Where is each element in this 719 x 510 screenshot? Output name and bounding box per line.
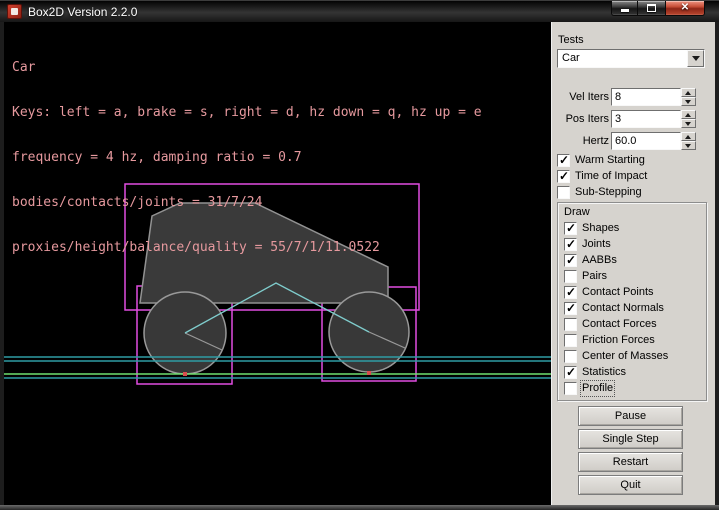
draw-checkbox-joints[interactable]: Joints bbox=[564, 238, 704, 251]
draw-checkbox-aabbs[interactable]: AABBs bbox=[564, 254, 704, 267]
hertz-input[interactable]: 60.0 bbox=[611, 132, 681, 150]
vel-iters-spinner bbox=[681, 88, 696, 106]
profile-label: Profile bbox=[582, 382, 613, 395]
spinner-down-icon[interactable] bbox=[681, 97, 696, 106]
minimize-icon bbox=[621, 9, 629, 12]
solver-settings: Vel Iters 8 Pos Iters 3 Hert bbox=[557, 88, 710, 150]
pos-iters-row: Pos Iters 3 bbox=[557, 110, 710, 128]
caption-buttons: ✕ bbox=[611, 1, 705, 16]
draw-group-label: Draw bbox=[564, 206, 704, 219]
time-of-impact-checkbox[interactable]: Time of Impact bbox=[557, 170, 710, 183]
vel-iters-input[interactable]: 8 bbox=[611, 88, 681, 106]
checkbox-icon[interactable] bbox=[564, 350, 577, 363]
chevron-down-icon bbox=[692, 56, 700, 61]
pos-iters-input[interactable]: 3 bbox=[611, 110, 681, 128]
checkbox-icon[interactable] bbox=[564, 222, 577, 235]
single-step-button[interactable]: Single Step bbox=[578, 429, 683, 449]
maximize-button[interactable] bbox=[638, 1, 665, 16]
checkbox-icon[interactable] bbox=[564, 318, 577, 331]
close-button[interactable]: ✕ bbox=[665, 1, 705, 16]
draw-checkbox-center-of-masses[interactable]: Center of Masses bbox=[564, 350, 704, 363]
checkbox-icon[interactable] bbox=[557, 186, 570, 199]
tests-label: Tests bbox=[558, 34, 710, 47]
spinner-up-icon[interactable] bbox=[681, 132, 696, 141]
draw-group: Draw Shapes Joints AABBs Pairs bbox=[557, 202, 707, 401]
shapes-label: Shapes bbox=[582, 222, 619, 235]
warm-starting-label: Warm Starting bbox=[575, 154, 645, 167]
stats-overlay: Car Keys: left = a, brake = s, right = d… bbox=[12, 30, 482, 285]
stat-test-name: Car bbox=[12, 60, 482, 75]
draw-checkbox-contact-forces[interactable]: Contact Forces bbox=[564, 318, 704, 331]
tests-dropdown[interactable]: Car bbox=[557, 49, 705, 68]
friction-forces-label: Friction Forces bbox=[582, 334, 655, 347]
stat-keys: Keys: left = a, brake = s, right = d, hz… bbox=[12, 105, 482, 120]
checkbox-icon[interactable] bbox=[564, 302, 577, 315]
checkbox-icon[interactable] bbox=[564, 254, 577, 267]
spinner-up-icon[interactable] bbox=[681, 110, 696, 119]
checkbox-icon[interactable] bbox=[564, 270, 577, 283]
draw-checkbox-profile[interactable]: Profile bbox=[564, 382, 704, 395]
center-of-masses-label: Center of Masses bbox=[582, 350, 668, 363]
app-icon bbox=[7, 4, 22, 19]
draw-checkbox-friction-forces[interactable]: Friction Forces bbox=[564, 334, 704, 347]
contact-forces-label: Contact Forces bbox=[582, 318, 657, 331]
spinner-down-icon[interactable] bbox=[681, 119, 696, 128]
pos-iters-label: Pos Iters bbox=[557, 113, 611, 126]
restart-button[interactable]: Restart bbox=[578, 452, 683, 472]
sub-stepping-label: Sub-Stepping bbox=[575, 186, 642, 199]
statistics-label: Statistics bbox=[582, 366, 626, 379]
titlebar[interactable]: Box2D Version 2.2.0 ✕ bbox=[0, 0, 719, 22]
stat-bodies: bodies/contacts/joints = 31/7/24 bbox=[12, 195, 482, 210]
window-title: Box2D Version 2.2.0 bbox=[28, 5, 137, 19]
pairs-label: Pairs bbox=[582, 270, 607, 283]
stat-frequency: frequency = 4 hz, damping ratio = 0.7 bbox=[12, 150, 482, 165]
close-icon: ✕ bbox=[681, 3, 689, 13]
checkbox-icon[interactable] bbox=[564, 382, 577, 395]
control-panel: Tests Car Vel Iters 8 Pos Iters bbox=[551, 22, 715, 505]
checkbox-icon[interactable] bbox=[564, 238, 577, 251]
time-of-impact-label: Time of Impact bbox=[575, 170, 647, 183]
quit-button[interactable]: Quit bbox=[578, 475, 683, 495]
draw-checkbox-shapes[interactable]: Shapes bbox=[564, 222, 704, 235]
checkbox-icon[interactable] bbox=[564, 366, 577, 379]
tests-dropdown-value: Car bbox=[558, 50, 687, 67]
action-buttons: Pause Single Step Restart Quit bbox=[578, 406, 710, 495]
contact-normals-label: Contact Normals bbox=[582, 302, 664, 315]
tests-dropdown-button[interactable] bbox=[687, 50, 704, 67]
contact-points-label: Contact Points bbox=[582, 286, 654, 299]
hertz-label: Hertz bbox=[557, 135, 611, 148]
aabbs-label: AABBs bbox=[582, 254, 617, 267]
maximize-icon bbox=[647, 4, 656, 12]
contact-point-right bbox=[367, 371, 371, 375]
sub-stepping-checkbox[interactable]: Sub-Stepping bbox=[557, 186, 710, 199]
simulation-canvas[interactable]: Car Keys: left = a, brake = s, right = d… bbox=[4, 22, 551, 505]
vel-iters-row: Vel Iters 8 bbox=[557, 88, 710, 106]
hertz-spinner bbox=[681, 132, 696, 150]
checkbox-icon[interactable] bbox=[557, 154, 570, 167]
checkbox-icon[interactable] bbox=[564, 334, 577, 347]
warm-starting-checkbox[interactable]: Warm Starting bbox=[557, 154, 710, 167]
stat-proxies: proxies/height/balance/quality = 55/7/1/… bbox=[12, 240, 482, 255]
app-icon-glyph bbox=[11, 8, 18, 15]
draw-checkbox-contact-normals[interactable]: Contact Normals bbox=[564, 302, 704, 315]
draw-checkbox-statistics[interactable]: Statistics bbox=[564, 366, 704, 379]
contact-point-left bbox=[183, 372, 187, 376]
vel-iters-label: Vel Iters bbox=[557, 91, 611, 104]
solver-flags: Warm Starting Time of Impact Sub-Steppin… bbox=[557, 154, 710, 199]
spinner-down-icon[interactable] bbox=[681, 141, 696, 150]
app-window: Box2D Version 2.2.0 ✕ bbox=[0, 0, 719, 510]
window-bottom-frame bbox=[0, 505, 719, 510]
window-body: Car Keys: left = a, brake = s, right = d… bbox=[0, 22, 719, 505]
hertz-row: Hertz 60.0 bbox=[557, 132, 710, 150]
checkbox-icon[interactable] bbox=[557, 170, 570, 183]
joints-label: Joints bbox=[582, 238, 611, 251]
pause-button[interactable]: Pause bbox=[578, 406, 683, 426]
checkbox-icon[interactable] bbox=[564, 286, 577, 299]
pos-iters-spinner bbox=[681, 110, 696, 128]
minimize-button[interactable] bbox=[611, 1, 638, 16]
draw-checkbox-pairs[interactable]: Pairs bbox=[564, 270, 704, 283]
spinner-up-icon[interactable] bbox=[681, 88, 696, 97]
draw-checkbox-contact-points[interactable]: Contact Points bbox=[564, 286, 704, 299]
